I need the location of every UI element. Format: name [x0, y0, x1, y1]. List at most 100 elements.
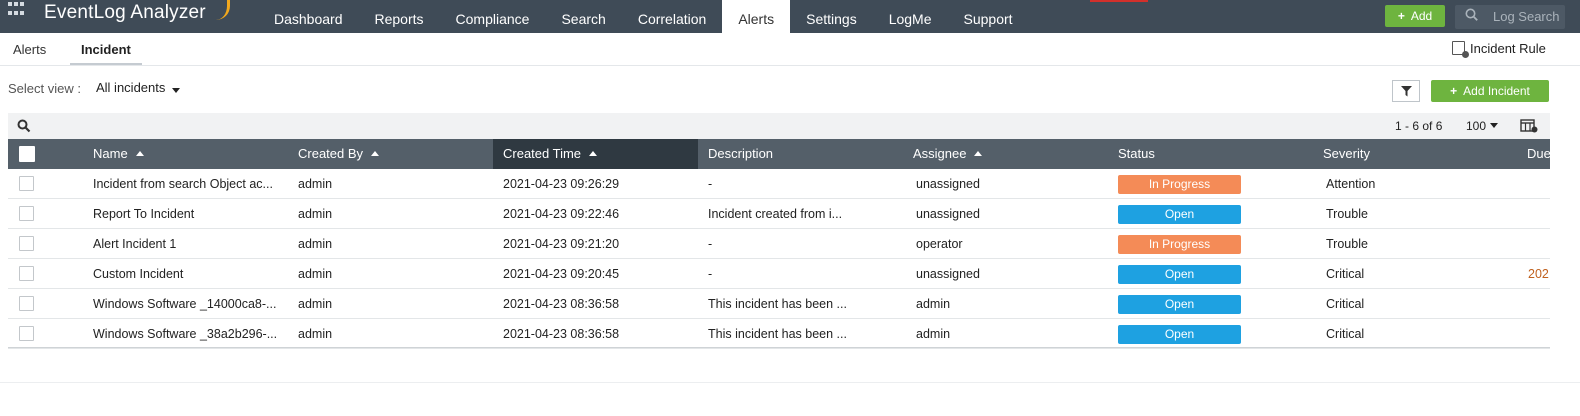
select-all-checkbox[interactable] — [19, 146, 35, 162]
column-header-description[interactable]: Description — [708, 139, 908, 169]
table-row[interactable]: Windows Software _38a2b296-... admin 202… — [8, 319, 1550, 349]
incident-name[interactable]: Windows Software _38a2b296-... — [93, 319, 277, 349]
table-row[interactable]: Report To Incident admin 2021-04-23 09:2… — [8, 199, 1550, 229]
column-label: Name — [93, 146, 128, 161]
log-search-placeholder: Log Search — [1493, 9, 1560, 24]
status-badge[interactable]: Open — [1118, 205, 1241, 224]
description: - — [708, 267, 713, 281]
description: This incident has been ... — [708, 327, 847, 341]
status-badge[interactable]: In Progress — [1118, 175, 1241, 194]
sort-ascending-icon — [974, 151, 983, 156]
column-header-assignee[interactable]: Assignee — [913, 139, 1113, 169]
add-incident-label: Add Incident — [1463, 84, 1530, 98]
search-icon — [1465, 8, 1478, 24]
assignee: unassigned — [916, 177, 980, 191]
column-header-status[interactable]: Status — [1118, 139, 1318, 169]
tab-correlation[interactable]: Correlation — [622, 0, 722, 33]
severity: Trouble — [1326, 237, 1368, 251]
created-by: admin — [298, 297, 333, 311]
active-subtab-underline — [70, 63, 142, 65]
column-chooser-icon[interactable] — [1520, 119, 1538, 136]
severity: Critical — [1326, 267, 1365, 281]
assignee: operator — [916, 237, 963, 251]
status-badge[interactable]: Open — [1118, 265, 1241, 284]
filter-button[interactable] — [1392, 80, 1420, 102]
tab-search[interactable]: Search — [545, 0, 621, 33]
sort-ascending-icon — [371, 151, 380, 156]
column-header-created-by[interactable]: Created By — [298, 139, 493, 169]
assignee: unassigned — [916, 207, 980, 221]
table-toolbar: 1 - 6 of 6 100 — [8, 113, 1550, 139]
log-search-input[interactable]: Log Search — [1455, 5, 1565, 29]
tab-dashboard[interactable]: Dashboard — [258, 0, 359, 33]
row-checkbox[interactable] — [19, 206, 34, 221]
add-incident-button[interactable]: + Add Incident — [1431, 80, 1549, 102]
column-header-due[interactable]: Due — [1527, 139, 1550, 169]
created-time: 2021-04-23 08:36:58 — [503, 297, 620, 311]
tab-alerts[interactable]: Alerts — [722, 0, 791, 33]
row-checkbox[interactable] — [19, 266, 34, 281]
incident-name[interactable]: Alert Incident 1 — [93, 229, 176, 259]
created-by: admin — [298, 267, 333, 281]
plus-icon: + — [1450, 84, 1458, 98]
incident-name[interactable]: Incident from search Object ac... — [93, 169, 273, 199]
tab-reports[interactable]: Reports — [359, 0, 440, 33]
incident-rule-link[interactable]: Incident Rule — [1452, 41, 1546, 58]
created-time: 2021-04-23 09:26:29 — [503, 177, 620, 191]
incident-name[interactable]: Report To Incident — [93, 199, 194, 229]
severity: Critical — [1326, 297, 1365, 311]
row-checkbox[interactable] — [19, 236, 34, 251]
row-checkbox[interactable] — [19, 296, 34, 311]
incident-name[interactable]: Windows Software _14000ca8-... — [93, 289, 276, 319]
description: - — [708, 237, 713, 251]
select-view-dropdown[interactable]: All incidents — [96, 80, 165, 95]
column-header-severity[interactable]: Severity — [1323, 139, 1503, 169]
caret-down-icon — [1490, 123, 1499, 128]
table-bottom-border — [8, 347, 1550, 348]
sub-navigation: Alerts Incident Incident Rule — [0, 33, 1580, 66]
caret-down-icon[interactable] — [172, 88, 180, 93]
created-by: admin — [298, 237, 333, 251]
due-date: 202 — [1528, 267, 1549, 281]
incident-name[interactable]: Custom Incident — [93, 259, 183, 289]
table-row[interactable]: Incident from search Object ac... admin … — [8, 169, 1550, 199]
created-by: admin — [298, 207, 333, 221]
column-header-created-time[interactable]: Created Time — [493, 139, 698, 169]
table-row[interactable]: Alert Incident 1 admin 2021-04-23 09:21:… — [8, 229, 1550, 259]
brand-logo[interactable]: EventLog Analyzer — [44, 0, 206, 26]
brand-swoosh-icon — [214, 0, 230, 20]
main-tabs: Dashboard Reports Compliance Search Corr… — [258, 0, 1029, 33]
subtab-alerts[interactable]: Alerts — [13, 42, 46, 57]
description: Incident created from i... — [708, 207, 843, 221]
status-badge[interactable]: Open — [1118, 325, 1241, 344]
column-label: Created Time — [503, 146, 582, 161]
table-header: Name Created By Created Time Description… — [8, 139, 1550, 169]
tab-logme[interactable]: LogMe — [873, 0, 948, 33]
pagination-info: 1 - 6 of 6 — [1395, 119, 1443, 133]
rows-per-page-value: 100 — [1466, 119, 1487, 133]
incident-rule-label: Incident Rule — [1470, 41, 1546, 56]
column-label: Assignee — [913, 146, 967, 161]
tab-support[interactable]: Support — [948, 0, 1029, 33]
column-header-name[interactable]: Name — [93, 139, 293, 169]
tab-settings[interactable]: Settings — [790, 0, 873, 33]
status-badge[interactable]: In Progress — [1118, 235, 1241, 254]
row-checkbox[interactable] — [19, 326, 34, 341]
table-row[interactable]: Custom Incident admin 2021-04-23 09:20:4… — [8, 259, 1550, 289]
rule-settings-icon — [1452, 41, 1469, 58]
add-button[interactable]: + Add — [1385, 5, 1445, 27]
table-search-icon[interactable] — [17, 119, 31, 136]
select-view-label: Select view : — [8, 81, 81, 96]
status-badge[interactable]: Open — [1118, 295, 1241, 314]
description: This incident has been ... — [708, 297, 847, 311]
table-row[interactable]: Windows Software _14000ca8-... admin 202… — [8, 289, 1550, 319]
tab-compliance[interactable]: Compliance — [440, 0, 546, 33]
description: - — [708, 177, 713, 191]
rows-per-page-select[interactable]: 100 — [1466, 119, 1499, 133]
apps-grid-icon[interactable] — [8, 2, 26, 18]
created-time: 2021-04-23 08:36:58 — [503, 327, 620, 341]
created-time: 2021-04-23 09:21:20 — [503, 237, 620, 251]
severity: Trouble — [1326, 207, 1368, 221]
row-checkbox[interactable] — [19, 176, 34, 191]
subtab-incident[interactable]: Incident — [81, 42, 131, 57]
